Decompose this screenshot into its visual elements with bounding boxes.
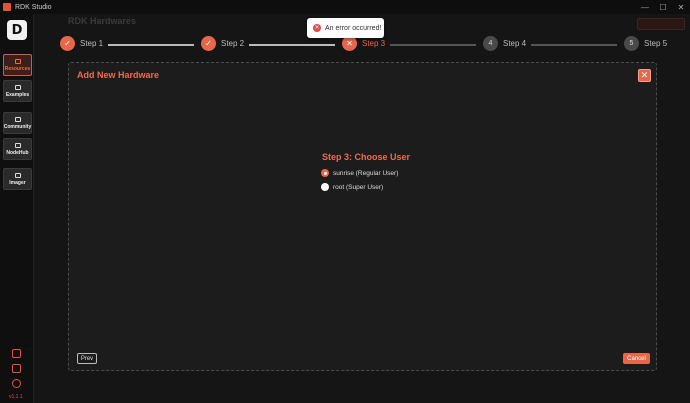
step-5: 5 Step 5: [624, 36, 667, 51]
step-2: ✓ Step 2: [201, 36, 244, 51]
user-option-sunrise[interactable]: sunrise (Regular User): [321, 169, 398, 177]
imager-icon: [14, 172, 21, 178]
sidebar: D Resources Examples Community NodeHub I…: [0, 14, 34, 403]
toast-message: An error occurred!: [325, 24, 382, 32]
minimize-button[interactable]: —: [636, 0, 654, 14]
step-connector: [390, 44, 476, 46]
image-icon[interactable]: [12, 349, 21, 358]
sidebar-item-resources[interactable]: Resources: [3, 54, 32, 76]
title-bar: RDK Studio — ☐ ✕: [0, 0, 690, 14]
resources-icon: [14, 58, 21, 64]
dialog-title: Add New Hardware: [77, 70, 160, 80]
error-icon: ✕: [313, 24, 321, 32]
sidebar-item-nodehub[interactable]: NodeHub: [3, 138, 32, 160]
step-connector: [108, 44, 194, 46]
step-connector: [249, 44, 335, 46]
header-action-button[interactable]: [637, 18, 685, 30]
sidebar-item-examples[interactable]: Examples: [3, 80, 32, 102]
check-icon: ✓: [201, 36, 216, 51]
radio-checked-icon[interactable]: [321, 169, 329, 177]
sidebar-item-imager[interactable]: Imager: [3, 168, 32, 190]
book-icon[interactable]: [12, 364, 21, 373]
step-number: 4: [483, 36, 498, 51]
step-1: ✓ Step 1: [60, 36, 103, 51]
step-4: 4 Step 4: [483, 36, 526, 51]
step-3: ✕ Step 3: [342, 36, 385, 51]
close-window-button[interactable]: ✕: [672, 0, 690, 14]
window-controls: — ☐ ✕: [636, 0, 690, 14]
error-x-icon: ✕: [342, 36, 357, 51]
examples-icon: [14, 84, 21, 90]
step-connector: [531, 44, 617, 46]
error-toast: ✕ An error occurred!: [307, 18, 384, 38]
community-icon: [14, 116, 21, 122]
user-option-root[interactable]: root (Super User): [321, 183, 383, 191]
radio-unchecked-icon[interactable]: [321, 183, 329, 191]
prev-button[interactable]: Prev: [77, 353, 97, 364]
maximize-button[interactable]: ☐: [654, 0, 672, 14]
step-number: 5: [624, 36, 639, 51]
step-heading: Step 3: Choose User: [322, 152, 411, 162]
copyright-icon[interactable]: [12, 379, 21, 388]
page-title: RDK Hardwares: [68, 16, 137, 26]
app-title: RDK Studio: [15, 3, 52, 11]
nodehub-icon: [14, 142, 21, 148]
sidebar-item-community[interactable]: Community: [3, 112, 32, 134]
add-hardware-dialog: Add New Hardware ✕ Step 3: Choose User s…: [68, 62, 657, 371]
app-logo-icon: [3, 3, 11, 11]
version-label: v1.1.1: [9, 394, 23, 400]
close-icon[interactable]: ✕: [638, 69, 651, 82]
check-icon: ✓: [60, 36, 75, 51]
cancel-button[interactable]: Cancel: [623, 353, 650, 364]
